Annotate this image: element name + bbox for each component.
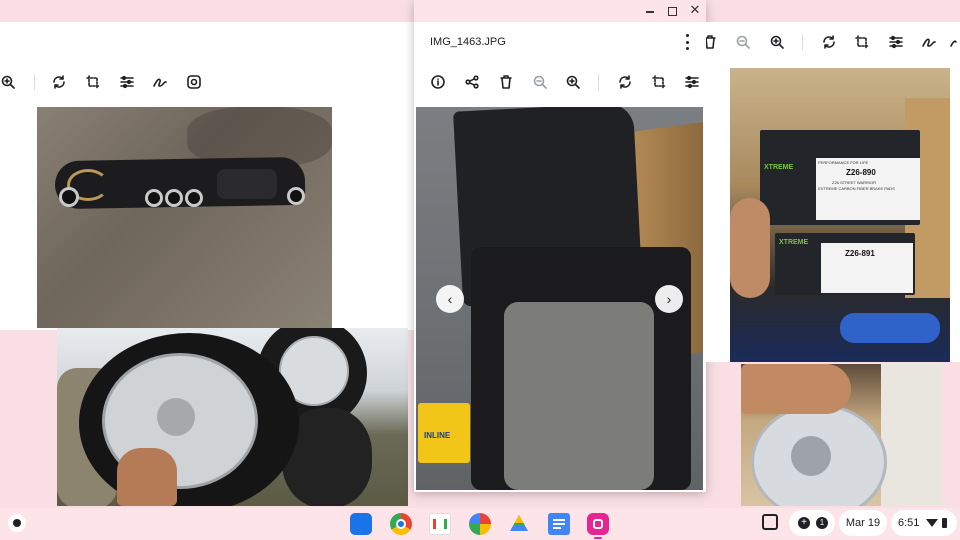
share-icon[interactable] [463,73,481,91]
chrome-icon[interactable] [390,513,412,535]
drive-icon[interactable] [508,513,530,535]
zoom-in-icon[interactable] [768,33,786,51]
crop-icon[interactable] [84,73,102,91]
rim-hub [157,398,195,436]
draw-icon[interactable] [151,73,169,91]
more-options-icon[interactable] [686,34,690,50]
notification-count: 1 [816,517,828,529]
blue-hose [840,313,940,343]
brake-box-top: PERFORMANCE FOR LIFE Z26-890 Z26 STREET … [760,130,920,225]
delete-icon[interactable] [706,33,719,51]
viewer-toolbar [414,70,706,94]
brake-box-top-line1: PERFORMANCE FOR LIFE [818,160,869,165]
files-icon[interactable] [350,513,372,535]
status-tray[interactable]: 6:51 [891,510,957,536]
info-icon[interactable] [429,73,447,91]
photos-icon[interactable] [469,513,491,535]
brake-box-top-line3: EXTREME CARBON FIBER BRAKE PADS [818,186,895,191]
gallery-active-indicator [594,537,602,539]
close-icon[interactable]: ✕ [688,3,702,17]
screen-capture-icon[interactable] [762,514,778,530]
vent-right [287,187,305,205]
adjust-icon[interactable] [887,33,905,51]
zoom-in-icon[interactable] [564,73,582,91]
lens-icon[interactable] [185,73,203,91]
rotor-hub [791,436,831,476]
vent-1 [145,189,163,207]
hand [117,448,177,506]
vent-left [59,187,79,207]
box-flap [881,364,943,506]
brake-rotor-photo[interactable] [741,364,943,506]
toolbar-divider [802,34,803,50]
brake-box-bottom-code: Z26-891 [845,249,875,258]
zoom-out-icon[interactable] [734,33,752,51]
notification-tray[interactable]: + 1 [789,510,835,536]
rotate-icon[interactable] [820,33,838,51]
brake-box-top-code: Z26-890 [846,168,876,177]
brake-box-bottom-label: Z26-891 [821,243,913,293]
brake-box-bottom: Z26-891 XTREME [775,233,915,295]
title-bar: ✕ [414,0,706,22]
adjust-icon[interactable] [683,73,701,91]
toolbar-divider [34,74,35,90]
brake-box-top-brand: XTREME [764,164,794,171]
draw-icon[interactable] [920,33,938,51]
date-label: Mar 19 [845,517,881,529]
date-tray[interactable]: Mar 19 [839,510,887,536]
hand-holding [730,198,770,298]
brake-box-top-label: PERFORMANCE FOR LIFE Z26-890 Z26 STREET … [816,158,920,220]
inline-box: INLINE [418,403,470,463]
wifi-icon [926,519,939,527]
delete-icon[interactable] [497,73,515,91]
dashboard-photo[interactable] [37,107,332,328]
gmail-icon[interactable] [429,513,451,535]
inline-box-label: INLINE [424,431,451,440]
more-icon[interactable] [948,33,960,51]
minimize-icon[interactable] [646,11,654,13]
glovebox [217,169,277,199]
time-label: 6:51 [898,517,920,529]
previous-image-button[interactable]: ‹ [436,285,464,313]
brake-pads-photo[interactable]: PERFORMANCE FOR LIFE Z26-890 Z26 STREET … [730,68,950,362]
brake-box-bottom-brand: XTREME [779,239,809,246]
docs-icon[interactable] [548,513,570,535]
filename-title: IMG_1463.JPG [430,36,506,48]
zoom-out-icon[interactable] [531,73,549,91]
battery-icon [942,518,948,528]
zoom-in-icon[interactable] [0,73,17,91]
image-viewer-window: ✕ IMG_1463.JPG INLINE ‹ › [414,0,706,492]
right-toolbar [706,32,960,56]
left-toolbar [0,70,414,94]
console-carpet [504,302,654,490]
maximize-icon[interactable] [668,7,677,16]
toolbar-divider [598,74,599,90]
add-icon: + [798,517,810,529]
gallery-icon[interactable] [587,513,609,535]
crop-icon[interactable] [853,33,871,51]
launcher-button[interactable] [8,514,26,532]
brake-box-top-line2: Z26 STREET WARRIOR [832,180,877,185]
vent-3 [185,189,203,207]
next-image-button[interactable]: › [655,285,683,313]
vent-2 [165,189,183,207]
rotate-icon[interactable] [50,73,68,91]
rotate-icon[interactable] [616,73,634,91]
wheels-photo[interactable] [57,328,408,506]
adjust-icon[interactable] [118,73,136,91]
arm [741,364,851,414]
crop-icon[interactable] [650,73,668,91]
launcher-icon [13,519,21,527]
